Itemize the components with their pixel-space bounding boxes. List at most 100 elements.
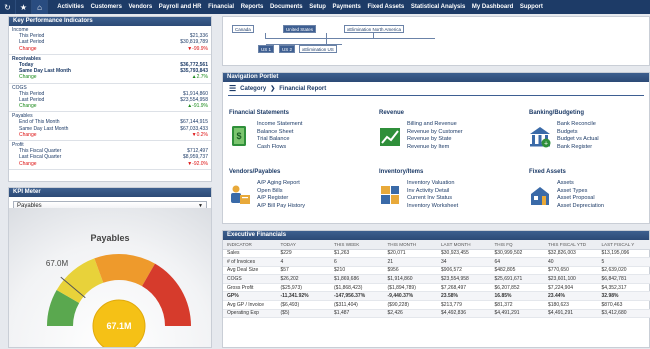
- fixed-assets-icon: [529, 184, 551, 208]
- value-cell: $6,207,852: [491, 283, 545, 292]
- inventory-icon: [379, 184, 401, 208]
- value-cell: $2,639,020: [598, 266, 650, 275]
- nav-financial[interactable]: Financial: [205, 4, 238, 10]
- value-cell: 40: [544, 258, 598, 267]
- nav-reports[interactable]: Reports: [237, 4, 266, 10]
- indicator-cell: COGS: [223, 275, 277, 284]
- nav-activities[interactable]: Activities: [54, 4, 87, 10]
- value-cell: $23,601,100: [544, 275, 598, 284]
- link-assets[interactable]: Assets: [557, 180, 604, 188]
- kpi-row: Change▼-99.9%: [12, 46, 211, 52]
- kpi-row-label: Change: [12, 103, 37, 109]
- value-cell: $180,623: [544, 301, 598, 310]
- link-asset-proposal[interactable]: Asset Proposal: [557, 195, 604, 203]
- diagram-node-elim-north-america[interactable]: xElimination North America: [344, 25, 404, 33]
- nav-statistical-analysis[interactable]: Statistical Analysis: [408, 4, 469, 10]
- column-header-today[interactable]: TODAY: [277, 240, 331, 249]
- current-category: Financial Report: [279, 86, 326, 92]
- vendor-icon: [229, 184, 251, 208]
- link-revenue-by-customer[interactable]: Revenue by Customer: [407, 129, 463, 137]
- kpi-row-label: Change: [12, 74, 37, 80]
- column-header-this-fq[interactable]: THIS FQ: [491, 240, 545, 249]
- link-revenue-by-item[interactable]: Revenue by Item: [407, 144, 463, 152]
- link-current-inv-status[interactable]: Current Inv Status: [407, 195, 458, 203]
- link-billing-and-revenue[interactable]: Billing and Revenue: [407, 121, 463, 129]
- nav-customers[interactable]: Customers: [87, 4, 125, 10]
- link-trial-balance[interactable]: Trial Balance: [257, 136, 302, 144]
- history-icon[interactable]: ↻: [0, 0, 16, 14]
- kpi-row-value: $23,554,958: [180, 97, 208, 103]
- kpi-row: Change▲-91.9%: [12, 103, 211, 109]
- table-row: Operating Exp($5)$1,487$2,426$4,492,836$…: [223, 309, 650, 318]
- kpi-row-value: $67,033,433: [180, 126, 208, 132]
- star-icon[interactable]: ★: [16, 0, 32, 14]
- svg-text:$: $: [236, 131, 241, 141]
- diagram-node-canada[interactable]: Canada: [232, 25, 254, 33]
- diagram-connector: [265, 33, 266, 38]
- diagram-connector: [265, 38, 435, 39]
- section-vendors-payables: Vendors/Payables A/P Aging ReportOpen Bi…: [229, 169, 305, 210]
- kpi-group-cogs: COGSThis Period$1,914,860Last Period$23,…: [9, 84, 211, 113]
- link-asset-types[interactable]: Asset Types: [557, 188, 604, 196]
- link-a-p-bill-pay-history[interactable]: A/P Bill Pay History: [257, 203, 305, 211]
- link-income-statement[interactable]: Income Statement: [257, 121, 302, 129]
- kpi-row-label: Change: [12, 46, 37, 52]
- value-cell: ($1,868,423): [330, 283, 384, 292]
- link-open-bills[interactable]: Open Bills: [257, 188, 305, 196]
- nav-documents[interactable]: Documents: [267, 4, 306, 10]
- link-asset-depreciation[interactable]: Asset Depreciation: [557, 203, 604, 211]
- nav-vendors[interactable]: Vendors: [125, 4, 155, 10]
- kpi-row-value: $712,497: [187, 148, 208, 154]
- kpi-meter-panel: KPI Meter Payables ▼ Payables 67.0M 67.1…: [8, 187, 212, 348]
- link-cash-flows[interactable]: Cash Flows: [257, 144, 302, 152]
- link-inventory-worksheet[interactable]: Inventory Worksheet: [407, 203, 458, 211]
- link-inventory-valuation[interactable]: Inventory Valuation: [407, 180, 458, 188]
- kpi-group-payables: PayablesEnd of This Month$67,144,915Same…: [9, 112, 211, 141]
- value-cell: $4,492,836: [437, 309, 491, 318]
- link-inv-activity-detail[interactable]: Inv Activity Detail: [407, 188, 458, 196]
- link-a-p-register[interactable]: A/P Register: [257, 195, 305, 203]
- section-title: Revenue: [379, 110, 463, 116]
- kpi-row-value: 0.2%: [197, 132, 208, 138]
- indicator-cell: Avg Deal Size: [223, 266, 277, 275]
- column-header-last-fiscal-y[interactable]: LAST FISCAL Y: [598, 240, 650, 249]
- link-bank-register[interactable]: Bank Register: [557, 144, 599, 152]
- nav-setup[interactable]: Setup: [306, 4, 329, 10]
- nav-support[interactable]: Support: [517, 4, 547, 10]
- navigation-portlet: Navigation Portlet ☰ Category ❯ Financia…: [222, 72, 650, 224]
- value-cell: 23.58%: [437, 292, 491, 301]
- column-header-this-fiscal-ytd[interactable]: THIS FISCAL YTD: [544, 240, 598, 249]
- section-title: Fixed Assets: [529, 169, 604, 175]
- link-budget-vs-actual[interactable]: Budget vs Actual: [557, 136, 599, 144]
- diagram-node-us1[interactable]: US 1: [258, 45, 274, 53]
- diagram-node-us2[interactable]: US 2: [279, 45, 295, 53]
- link-a-p-aging-report[interactable]: A/P Aging Report: [257, 180, 305, 188]
- value-cell: $4,491,291: [491, 309, 545, 318]
- table-row: # of Invoices46213464405: [223, 258, 650, 267]
- diagram-connector: [326, 37, 327, 44]
- kpi-row-value: -92.0%: [192, 161, 208, 167]
- home-icon[interactable]: ⌂: [32, 0, 48, 14]
- value-cell: $57: [277, 266, 331, 275]
- category-label[interactable]: Category: [240, 86, 266, 92]
- nav-fixed-assets[interactable]: Fixed Assets: [364, 4, 407, 10]
- link-budgets[interactable]: Budgets: [557, 129, 599, 137]
- value-cell: $1,487: [330, 309, 384, 318]
- nav-payments[interactable]: Payments: [329, 4, 364, 10]
- link-bank-reconcile[interactable]: Bank Reconcile: [557, 121, 599, 129]
- section-title: Inventory/Items: [379, 169, 458, 175]
- link-revenue-by-state[interactable]: Revenue by State: [407, 136, 463, 144]
- nav-my-dashboard[interactable]: My Dashboard: [469, 4, 517, 10]
- diagram-node-elim-us[interactable]: xElimination US: [299, 45, 337, 53]
- column-header-this-week[interactable]: THIS WEEK: [330, 240, 384, 249]
- diagram-node-united-states[interactable]: United States: [283, 25, 316, 33]
- menu-icon[interactable]: ☰: [229, 84, 236, 93]
- value-cell: -9,440.37%: [384, 292, 438, 301]
- column-header-this-month[interactable]: THIS MONTH: [384, 240, 438, 249]
- link-balance-sheet[interactable]: Balance Sheet: [257, 129, 302, 137]
- column-header-last-month[interactable]: LAST MONTH: [437, 240, 491, 249]
- entity-diagram-panel: Canada United States xElimination North …: [222, 16, 650, 66]
- table-row: COGS$26,202$1,869,686$1,914,860$23,554,9…: [223, 275, 650, 284]
- column-header-indicator[interactable]: INDICATOR: [223, 240, 277, 249]
- nav-payroll-and-hr[interactable]: Payroll and HR: [156, 4, 205, 10]
